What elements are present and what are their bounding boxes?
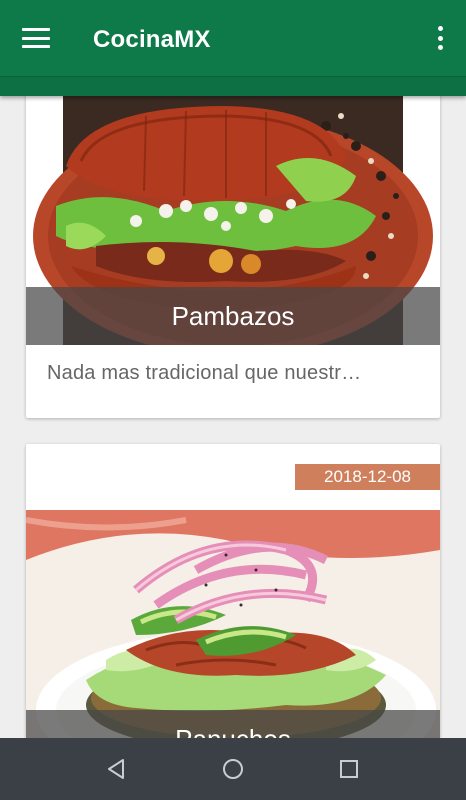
recipe-card[interactable]: 2018-12-08 (26, 444, 440, 738)
more-vert-icon[interactable] (434, 26, 446, 50)
app-bar-strip (0, 76, 466, 96)
recipe-card[interactable]: Pambazos Nada mas tradicional que nuestr… (26, 96, 440, 418)
toolbar: CocinaMX (0, 0, 466, 76)
app-title: CocinaMX (93, 26, 211, 53)
back-triangle-icon[interactable] (103, 755, 131, 783)
card-description: Nada mas tradicional que nuestr… (47, 362, 362, 384)
date-badge: 2018-12-08 (295, 464, 440, 490)
recipe-list[interactable]: Pambazos Nada mas tradicional que nuestr… (0, 96, 466, 738)
hamburger-menu-icon[interactable] (20, 24, 52, 52)
panucho-food-photo: Panuchos (26, 510, 440, 738)
recents-square-icon[interactable] (335, 755, 363, 783)
card-title: Pambazos (26, 287, 440, 345)
app-screen: CocinaMX Pambazos Nada mas tradicional q… (0, 0, 466, 800)
app-bar: CocinaMX (0, 0, 466, 96)
pambazo-food-photo: Pambazos (26, 96, 440, 345)
card-title: Panuchos (26, 710, 440, 738)
system-nav-bar (0, 738, 466, 800)
home-circle-icon[interactable] (219, 755, 247, 783)
